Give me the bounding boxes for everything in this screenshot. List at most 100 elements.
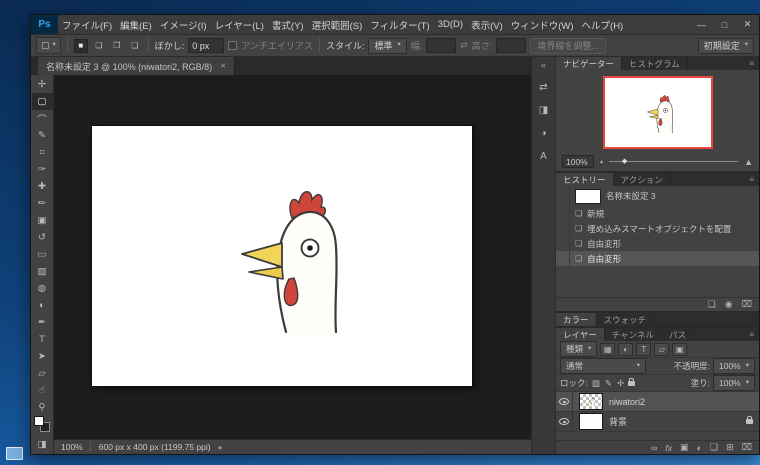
workspace-switcher[interactable]: 初期設定 ▾ xyxy=(698,38,754,54)
shape-tool[interactable]: ▱ xyxy=(32,365,53,382)
layer-thumbnail[interactable] xyxy=(579,393,603,410)
menu-type[interactable]: 書式(Y) xyxy=(268,15,308,34)
color-swatches[interactable] xyxy=(34,416,50,432)
layer-name[interactable]: 背景 xyxy=(609,415,627,428)
adjustment-layer-icon[interactable]: ◐ xyxy=(697,443,702,453)
layer-style-icon[interactable]: fx xyxy=(665,443,672,453)
layer-row-background[interactable]: 背景 xyxy=(556,412,759,432)
swap-dimensions-icon[interactable]: ⇄ xyxy=(460,40,468,51)
feather-input[interactable]: 0 px xyxy=(188,38,224,53)
delete-layer-icon[interactable]: ⌧ xyxy=(742,442,752,453)
type-tool[interactable]: T xyxy=(32,331,53,348)
menu-edit[interactable]: 編集(E) xyxy=(116,15,156,34)
navigator-preview[interactable] xyxy=(603,76,713,149)
menu-view[interactable]: 表示(V) xyxy=(467,15,507,34)
history-source-checkbox[interactable] xyxy=(556,186,570,206)
character-panel-icon[interactable]: A xyxy=(540,151,547,162)
brush-tool[interactable]: ✏ xyxy=(32,195,53,212)
tab-channels[interactable]: チャンネル xyxy=(605,328,662,341)
panel-menu-icon[interactable]: ≡ xyxy=(744,173,759,186)
link-layers-icon[interactable]: ∞ xyxy=(651,443,657,453)
filter-adjustment-layers-icon[interactable]: ◐ xyxy=(618,343,633,356)
layer-row-niwatori2[interactable]: niwatori2 xyxy=(556,392,759,412)
visibility-cell[interactable] xyxy=(556,412,573,431)
document-canvas[interactable] xyxy=(92,126,472,386)
status-expander-icon[interactable]: ▸ xyxy=(219,443,223,452)
foreground-color-swatch[interactable] xyxy=(34,416,44,426)
properties-panel-icon[interactable]: ◨ xyxy=(539,105,548,116)
history-source-checkbox[interactable] xyxy=(556,236,570,251)
lock-all-icon[interactable] xyxy=(628,381,635,386)
filter-shape-layers-icon[interactable]: ▱ xyxy=(654,343,669,356)
blur-tool[interactable]: ◍ xyxy=(32,280,53,297)
filter-pixel-layers-icon[interactable]: ▦ xyxy=(600,343,615,356)
lasso-tool[interactable]: ⌒ xyxy=(32,110,53,127)
lock-transparent-pixels-icon[interactable]: ▨ xyxy=(591,378,601,389)
zoom-slider[interactable]: ◆ xyxy=(609,161,738,162)
new-snapshot-icon[interactable]: ◉ xyxy=(725,299,733,310)
layer-name[interactable]: niwatori2 xyxy=(609,397,645,407)
intersect-selection-mode-button[interactable]: ❑ xyxy=(128,39,142,53)
history-brush-tool[interactable]: ↺ xyxy=(32,229,53,246)
collapse-dock-icon[interactable]: « xyxy=(541,60,546,70)
visibility-cell[interactable] xyxy=(556,392,573,411)
healing-brush-tool[interactable]: ✚ xyxy=(32,178,53,195)
tab-swatches[interactable]: スウォッチ xyxy=(597,313,655,326)
visibility-eye-icon[interactable] xyxy=(559,418,569,425)
delete-state-icon[interactable]: ⌧ xyxy=(742,299,752,310)
menu-file[interactable]: ファイル(F) xyxy=(58,15,116,34)
history-state-row[interactable]: ❏ 新規 xyxy=(556,206,759,221)
layer-filter-kind-select[interactable]: 種類 ▾ xyxy=(560,341,597,357)
zoom-tool[interactable]: ⚲ xyxy=(32,399,53,416)
eraser-tool[interactable]: ▭ xyxy=(32,246,53,263)
lock-position-icon[interactable]: ✢ xyxy=(616,378,625,389)
gradient-tool[interactable]: ▧ xyxy=(32,263,53,280)
style-select[interactable]: 標準 ▾ xyxy=(368,38,406,54)
slider-handle-icon[interactable]: ◆ xyxy=(622,157,627,165)
filter-type-layers-icon[interactable]: T xyxy=(636,343,651,356)
quick-mask-button[interactable]: ◨ xyxy=(32,436,53,453)
antialias-checkbox[interactable] xyxy=(228,41,237,50)
move-tool[interactable]: ✢ xyxy=(32,76,53,93)
document-tab[interactable]: 名称未設定 3 @ 100% (niwatori2, RGB/8) × xyxy=(38,57,235,75)
tab-actions[interactable]: アクション xyxy=(614,173,671,186)
menu-window[interactable]: ウィンドウ(W) xyxy=(507,15,578,34)
navigator-zoom-input[interactable]: 100% xyxy=(562,155,594,168)
new-group-icon[interactable]: ❏ xyxy=(710,442,718,453)
history-state-row-current[interactable]: ❏ 自由変形 xyxy=(556,251,759,266)
tab-histogram[interactable]: ヒストグラム xyxy=(622,57,688,70)
fill-select[interactable]: 100% ▾ xyxy=(713,375,755,391)
rectangular-marquee-tool[interactable]: ▢ xyxy=(32,93,53,110)
maximize-button[interactable]: □ xyxy=(713,15,736,34)
layer-mask-icon[interactable]: ▣ xyxy=(680,442,689,453)
new-layer-icon[interactable]: ⊞ xyxy=(726,442,734,453)
menu-help[interactable]: ヘルプ(H) xyxy=(578,15,628,34)
new-document-from-state-icon[interactable]: ❏ xyxy=(708,299,716,310)
width-input[interactable] xyxy=(426,38,456,53)
path-selection-tool[interactable]: ➤ xyxy=(32,348,53,365)
history-source-checkbox[interactable] xyxy=(556,251,570,266)
history-state-row[interactable]: ❏ 自由変形 xyxy=(556,236,759,251)
panel-menu-icon[interactable]: ≡ xyxy=(744,57,759,70)
minimize-button[interactable]: — xyxy=(690,15,713,34)
arrange-panel-icon[interactable]: ⇄ xyxy=(539,82,547,93)
tab-paths[interactable]: パス xyxy=(662,328,694,341)
close-button[interactable]: ✕ xyxy=(736,15,759,34)
new-selection-mode-button[interactable]: ■ xyxy=(74,39,88,53)
pen-tool[interactable]: ✒ xyxy=(32,314,53,331)
tab-layers[interactable]: レイヤー xyxy=(556,328,605,341)
dodge-tool[interactable]: ◐ xyxy=(32,297,53,314)
zoom-out-icon[interactable]: ▴ xyxy=(600,158,603,165)
history-source-checkbox[interactable] xyxy=(556,206,570,221)
close-tab-icon[interactable]: × xyxy=(220,61,226,72)
visibility-eye-icon[interactable] xyxy=(559,398,569,405)
menu-image[interactable]: イメージ(I) xyxy=(156,15,211,34)
tab-color[interactable]: カラー xyxy=(556,313,597,326)
menu-layer[interactable]: レイヤー(L) xyxy=(211,15,268,34)
adjustments-panel-icon[interactable]: ◑ xyxy=(540,128,546,139)
layer-thumbnail[interactable] xyxy=(579,413,603,430)
hand-tool[interactable]: ☝ xyxy=(32,382,53,399)
history-state-row[interactable]: ❏ 埋め込みスマートオブジェクトを配置 xyxy=(556,221,759,236)
tool-preset-picker[interactable]: ▢ ▾ xyxy=(36,37,61,54)
panel-menu-icon[interactable]: ≡ xyxy=(744,328,759,341)
